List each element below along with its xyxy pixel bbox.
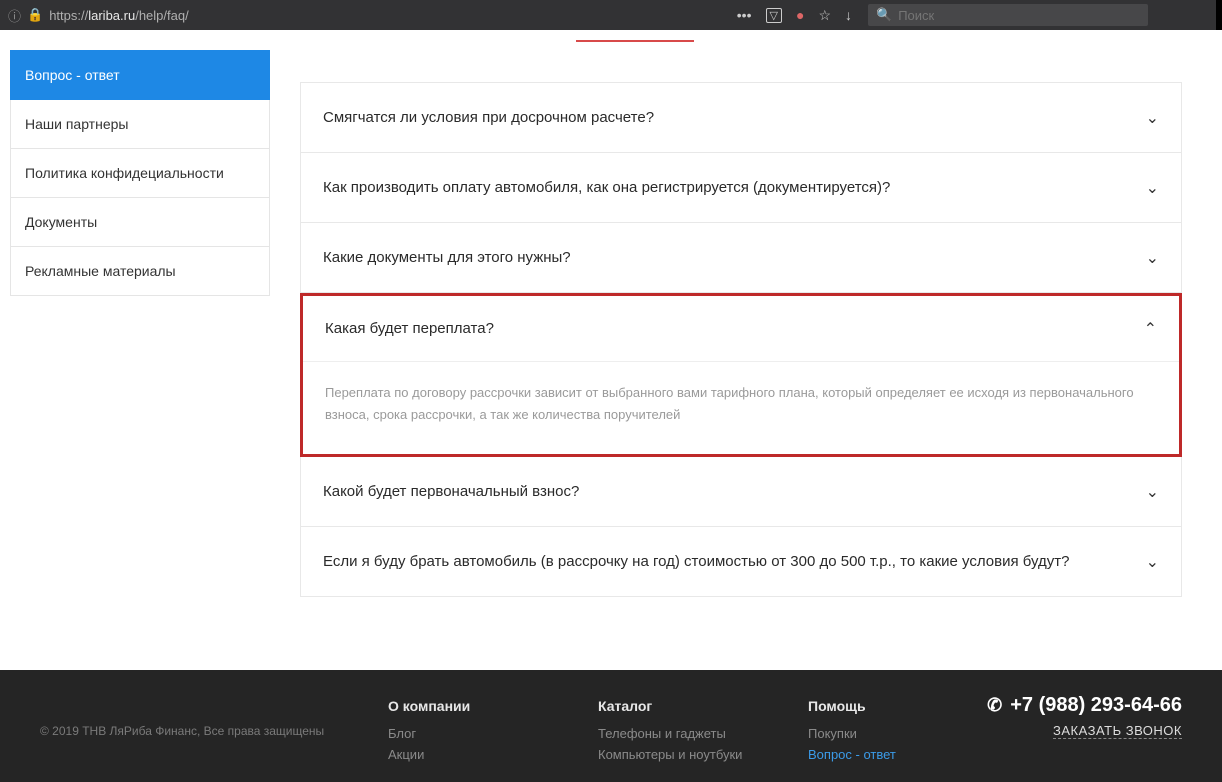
browser-address-bar: ⓘ 🔒 https://lariba.ru/help/faq/ ••• ▽ ● … bbox=[0, 0, 1222, 30]
browser-search-input[interactable] bbox=[898, 8, 1140, 23]
reader-icon[interactable]: ▽ bbox=[766, 8, 782, 23]
page-action-icons: ••• ▽ ● ☆ ↓ bbox=[737, 7, 852, 24]
faq-item[interactable]: Какой будет первоначальный взнос? ⌄ bbox=[300, 457, 1182, 527]
chevron-down-icon: ⌄ bbox=[1146, 178, 1159, 198]
page-content: Вопрос - ответ Наши партнеры Политика ко… bbox=[0, 30, 1222, 670]
faq-question: Какой будет первоначальный взнос? bbox=[323, 481, 1146, 502]
footer-link[interactable]: Телефоны и гаджеты bbox=[598, 726, 808, 741]
faq-list: Смягчатся ли условия при досрочном расче… bbox=[300, 50, 1222, 670]
faq-question: Как производить оплату автомобиля, как о… bbox=[323, 177, 1146, 198]
sidebar-item-privacy[interactable]: Политика конфидециальности bbox=[10, 149, 270, 198]
lock-icon[interactable]: 🔒 bbox=[27, 7, 43, 23]
window-edge bbox=[1216, 0, 1222, 30]
footer-link[interactable]: Компьютеры и ноутбуки bbox=[598, 747, 808, 762]
faq-question: Какая будет переплата? bbox=[325, 318, 1144, 339]
footer-copyright: © 2019 ТНВ ЛяРиба Финанс, Все права защи… bbox=[40, 698, 388, 768]
footer-col-about: О компании Блог Акции bbox=[388, 698, 598, 768]
sidebar-item-docs[interactable]: Документы bbox=[10, 198, 270, 247]
info-icon[interactable]: ⓘ bbox=[8, 6, 21, 25]
sidebar-item-label: Рекламные материалы bbox=[25, 263, 176, 279]
sidebar-item-faq[interactable]: Вопрос - ответ bbox=[10, 50, 270, 100]
faq-item[interactable]: Какие документы для этого нужны? ⌄ bbox=[300, 223, 1182, 293]
footer-link[interactable]: Акции bbox=[388, 747, 598, 762]
bookmark-star-icon[interactable]: ☆ bbox=[818, 7, 831, 24]
callback-link[interactable]: ЗАКАЗАТЬ ЗВОНОК bbox=[1053, 723, 1182, 739]
sidebar-item-promo[interactable]: Рекламные материалы bbox=[10, 247, 270, 296]
tab-underline-accent bbox=[576, 40, 694, 42]
chevron-down-icon: ⌄ bbox=[1146, 482, 1159, 502]
footer-col-title: О компании bbox=[388, 698, 598, 714]
browser-search-box[interactable]: 🔍 bbox=[868, 4, 1148, 26]
footer-link[interactable]: Блог bbox=[388, 726, 598, 741]
footer-contact: ✆ +7 (988) 293-64-66 ЗАКАЗАТЬ ЗВОНОК bbox=[987, 694, 1182, 740]
url-path: /help/faq/ bbox=[135, 8, 189, 23]
sidebar-item-label: Наши партнеры bbox=[25, 116, 128, 132]
chevron-up-icon: ⌃ bbox=[1144, 319, 1157, 339]
faq-item-expanded[interactable]: Какая будет переплата? ⌃ Переплата по до… bbox=[300, 293, 1182, 457]
faq-item[interactable]: Смягчатся ли условия при досрочном расче… bbox=[300, 82, 1182, 153]
chevron-down-icon: ⌄ bbox=[1146, 108, 1159, 128]
url-display[interactable]: https://lariba.ru/help/faq/ bbox=[49, 8, 189, 23]
sidebar-item-label: Вопрос - ответ bbox=[25, 67, 120, 83]
sidebar-item-partners[interactable]: Наши партнеры bbox=[10, 100, 270, 149]
search-icon: 🔍 bbox=[876, 7, 892, 23]
footer-link-active[interactable]: Вопрос - ответ bbox=[808, 747, 1018, 762]
sidebar-item-label: Документы bbox=[25, 214, 97, 230]
footer-phone[interactable]: ✆ +7 (988) 293-64-66 bbox=[987, 694, 1182, 717]
faq-question: Смягчатся ли условия при досрочном расче… bbox=[323, 107, 1146, 128]
chevron-down-icon: ⌄ bbox=[1146, 552, 1159, 572]
faq-question: Какие документы для этого нужны? bbox=[323, 247, 1146, 268]
phone-icon: ✆ bbox=[987, 695, 1002, 716]
phone-number: +7 (988) 293-64-66 bbox=[1010, 694, 1182, 717]
url-domain: lariba.ru bbox=[88, 8, 135, 23]
chevron-down-icon: ⌄ bbox=[1146, 248, 1159, 268]
url-scheme: https:// bbox=[49, 8, 88, 23]
faq-item[interactable]: Как производить оплату автомобиля, как о… bbox=[300, 153, 1182, 223]
footer-col-catalog: Каталог Телефоны и гаджеты Компьютеры и … bbox=[598, 698, 808, 768]
page-footer: © 2019 ТНВ ЛяРиба Финанс, Все права защи… bbox=[0, 670, 1222, 782]
sidebar-item-label: Политика конфидециальности bbox=[25, 165, 224, 181]
help-sidebar: Вопрос - ответ Наши партнеры Политика ко… bbox=[10, 50, 270, 670]
download-icon[interactable]: ↓ bbox=[845, 7, 852, 23]
faq-item[interactable]: Если я буду брать автомобиль (в рассрочк… bbox=[300, 527, 1182, 597]
extension-icon[interactable]: ● bbox=[796, 7, 804, 23]
footer-col-title: Каталог bbox=[598, 698, 808, 714]
more-icon[interactable]: ••• bbox=[737, 7, 752, 23]
faq-question: Если я буду брать автомобиль (в рассрочк… bbox=[323, 551, 1146, 572]
faq-answer: Переплата по договору рассрочки зависит … bbox=[303, 362, 1179, 454]
